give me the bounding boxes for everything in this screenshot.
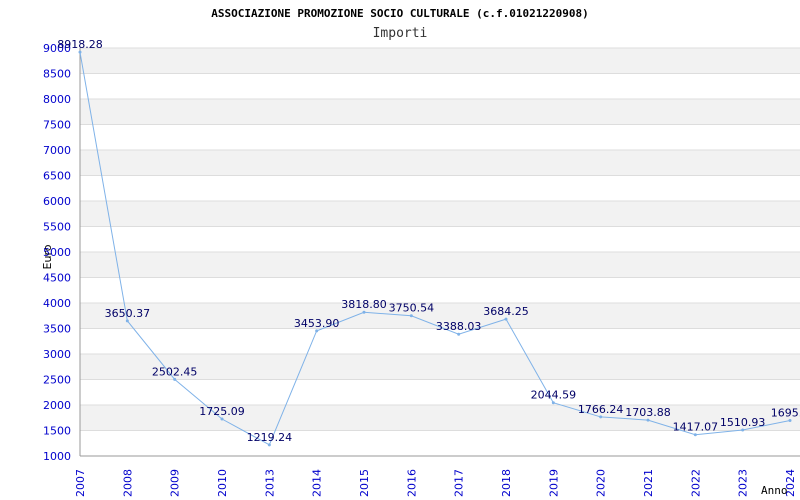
data-label: 1219.24 bbox=[247, 431, 293, 444]
data-label: 3453.90 bbox=[294, 317, 340, 330]
chart-title: ASSOCIAZIONE PROMOZIONE SOCIO CULTURALE … bbox=[211, 7, 589, 20]
x-tick-label: 2020 bbox=[595, 469, 608, 497]
data-label: 3684.25 bbox=[483, 305, 529, 318]
data-label: 2044.59 bbox=[531, 389, 577, 402]
x-axis-label: Anno bbox=[761, 484, 788, 497]
plot-band bbox=[80, 201, 800, 227]
chart-subtitle: Importi bbox=[373, 26, 428, 41]
y-axis-label: Euro bbox=[41, 244, 54, 269]
x-tick-label: 2009 bbox=[169, 469, 182, 497]
x-tick-label: 2014 bbox=[311, 469, 324, 497]
y-tick-label: 2000 bbox=[43, 399, 71, 412]
x-tick-label: 2019 bbox=[547, 469, 560, 497]
y-tick-label: 3000 bbox=[43, 348, 71, 361]
y-tick-label: 4500 bbox=[43, 272, 71, 285]
data-label: 1703.88 bbox=[625, 406, 671, 419]
y-tick-label: 8500 bbox=[43, 68, 71, 81]
y-tick-label: 4000 bbox=[43, 297, 71, 310]
y-tick-label: 6000 bbox=[43, 195, 71, 208]
data-label: 3750.54 bbox=[389, 302, 435, 315]
data-label: 3818.80 bbox=[341, 298, 387, 311]
y-tick-label: 3500 bbox=[43, 323, 71, 336]
x-tick-label: 2022 bbox=[689, 469, 702, 497]
data-label: 1417.07 bbox=[673, 421, 719, 434]
y-tick-label: 7500 bbox=[43, 119, 71, 132]
y-tick-label: 5500 bbox=[43, 221, 71, 234]
x-tick-label: 2015 bbox=[358, 469, 371, 497]
data-label: 1766.24 bbox=[578, 403, 624, 416]
x-tick-label: 2007 bbox=[74, 469, 87, 497]
y-tick-label: 1000 bbox=[43, 450, 71, 463]
data-label: 3650.37 bbox=[105, 307, 151, 320]
x-tick-label: 2010 bbox=[216, 469, 229, 497]
x-tick-label: 2021 bbox=[642, 469, 655, 497]
x-tick-label: 2016 bbox=[405, 469, 418, 497]
data-label: 1510.93 bbox=[720, 416, 766, 429]
data-label: 2502.45 bbox=[152, 365, 198, 378]
y-tick-label: 6500 bbox=[43, 170, 71, 183]
data-label: 8918.28 bbox=[57, 38, 103, 51]
data-label: 1695.5 bbox=[771, 407, 800, 420]
y-tick-label: 1500 bbox=[43, 425, 71, 438]
y-tick-label: 2500 bbox=[43, 374, 71, 387]
plot-band bbox=[80, 99, 800, 125]
x-tick-label: 2008 bbox=[121, 469, 134, 497]
plot-band bbox=[80, 252, 800, 278]
y-tick-label: 8000 bbox=[43, 93, 71, 106]
x-tick-label: 2013 bbox=[263, 469, 276, 497]
y-tick-label: 7000 bbox=[43, 144, 71, 157]
line-chart: 1000150020002500300035004000450050005500… bbox=[41, 7, 800, 497]
data-label: 3388.03 bbox=[436, 320, 482, 333]
plot-band bbox=[80, 150, 800, 176]
x-tick-label: 2018 bbox=[500, 469, 513, 497]
plot-band bbox=[80, 48, 800, 74]
x-tick-label: 2023 bbox=[737, 469, 750, 497]
data-label: 1725.09 bbox=[199, 405, 245, 418]
x-tick-label: 2017 bbox=[453, 469, 466, 497]
x-tick-labels: 2007 2008 2009 2010 2013 2014 2015 2016 2017 2018… bbox=[74, 469, 797, 497]
